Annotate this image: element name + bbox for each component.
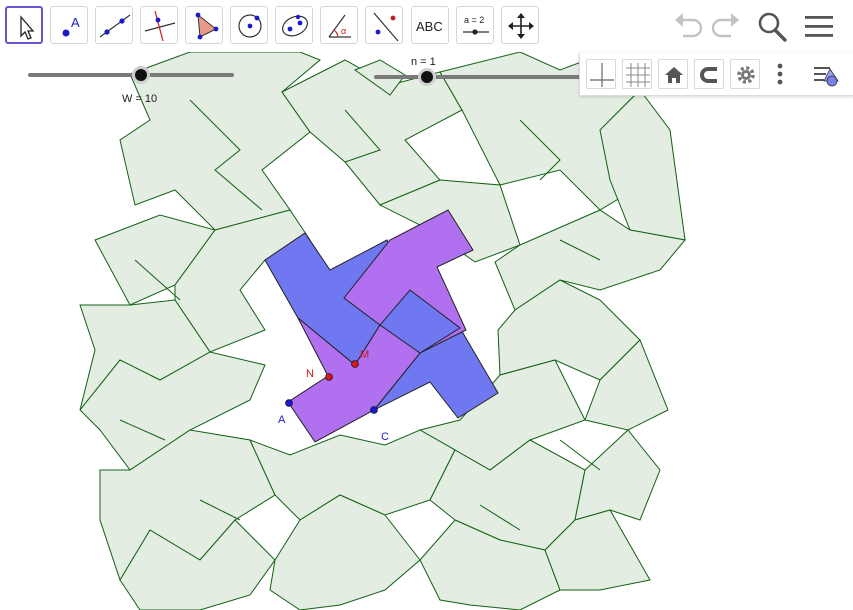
graphics-view[interactable]: [0, 52, 853, 610]
snap-button[interactable]: [694, 59, 724, 89]
undo-icon[interactable]: [671, 8, 707, 44]
point-c-label: C: [381, 431, 389, 443]
search-icon[interactable]: [754, 8, 790, 44]
angle-icon: α: [328, 14, 351, 38]
text-tool-label: ABC: [416, 19, 443, 34]
w-slider-label: W = 10: [122, 93, 158, 105]
move-tool-button[interactable]: [5, 6, 43, 44]
point-a-label: A: [278, 414, 286, 426]
point-c-dot[interactable]: [370, 406, 378, 414]
point-a-dot[interactable]: [285, 399, 293, 407]
reflect-icon: [373, 12, 399, 42]
point-n-dot[interactable]: [325, 373, 333, 381]
n-slider-label: n = 1: [411, 56, 436, 68]
polygon-tool-button[interactable]: [185, 6, 223, 44]
grid-toggle-button[interactable]: [622, 59, 652, 89]
style-bar-toggle-icon[interactable]: [812, 59, 844, 89]
slider-tool-label: a = 2: [464, 15, 484, 25]
circle-icon: [238, 14, 262, 38]
angle-tool-button[interactable]: α: [320, 6, 358, 44]
toolbar: A α ABC a = 2: [0, 0, 853, 52]
circle-tool-button[interactable]: [230, 6, 268, 44]
point-icon: A: [62, 15, 80, 37]
hamburger-menu-icon[interactable]: [801, 8, 837, 44]
angle-tool-label: α: [341, 26, 346, 36]
move-view-icon: [508, 13, 534, 39]
magnet-icon: [700, 67, 717, 83]
gear-icon: [737, 66, 755, 84]
point-tool-button[interactable]: A: [50, 6, 88, 44]
move-graphics-view-button[interactable]: [501, 6, 539, 44]
settings-button[interactable]: [730, 59, 760, 89]
point-tool-label: A: [71, 15, 80, 30]
more-vertical-icon[interactable]: [772, 59, 788, 89]
home-button[interactable]: [658, 59, 688, 89]
polygon-icon: [195, 12, 219, 40]
point-m-dot[interactable]: [351, 360, 359, 368]
point-m-label: M: [360, 349, 370, 361]
ellipse-icon: [282, 14, 308, 37]
slider-icon: a = 2: [463, 15, 489, 35]
redo-icon[interactable]: [707, 8, 743, 44]
style-bar: [579, 53, 853, 96]
move-arrow-icon: [20, 15, 35, 40]
axes-toggle-button[interactable]: [586, 59, 616, 89]
point-n-label: N: [306, 368, 314, 380]
perpendicular-tool-button[interactable]: [140, 6, 178, 44]
text-tool-button[interactable]: ABC: [411, 6, 449, 44]
reflect-tool-button[interactable]: [365, 6, 403, 44]
ellipse-tool-button[interactable]: [275, 6, 313, 44]
line-icon: [99, 14, 131, 38]
perpendicular-line-icon: [144, 10, 176, 42]
slider-tool-button[interactable]: a = 2: [456, 6, 494, 44]
line-tool-button[interactable]: [95, 6, 133, 44]
home-icon: [665, 67, 683, 83]
axes-icon: [590, 63, 614, 87]
grid-icon: [626, 63, 650, 87]
text-icon: ABC: [416, 19, 443, 34]
